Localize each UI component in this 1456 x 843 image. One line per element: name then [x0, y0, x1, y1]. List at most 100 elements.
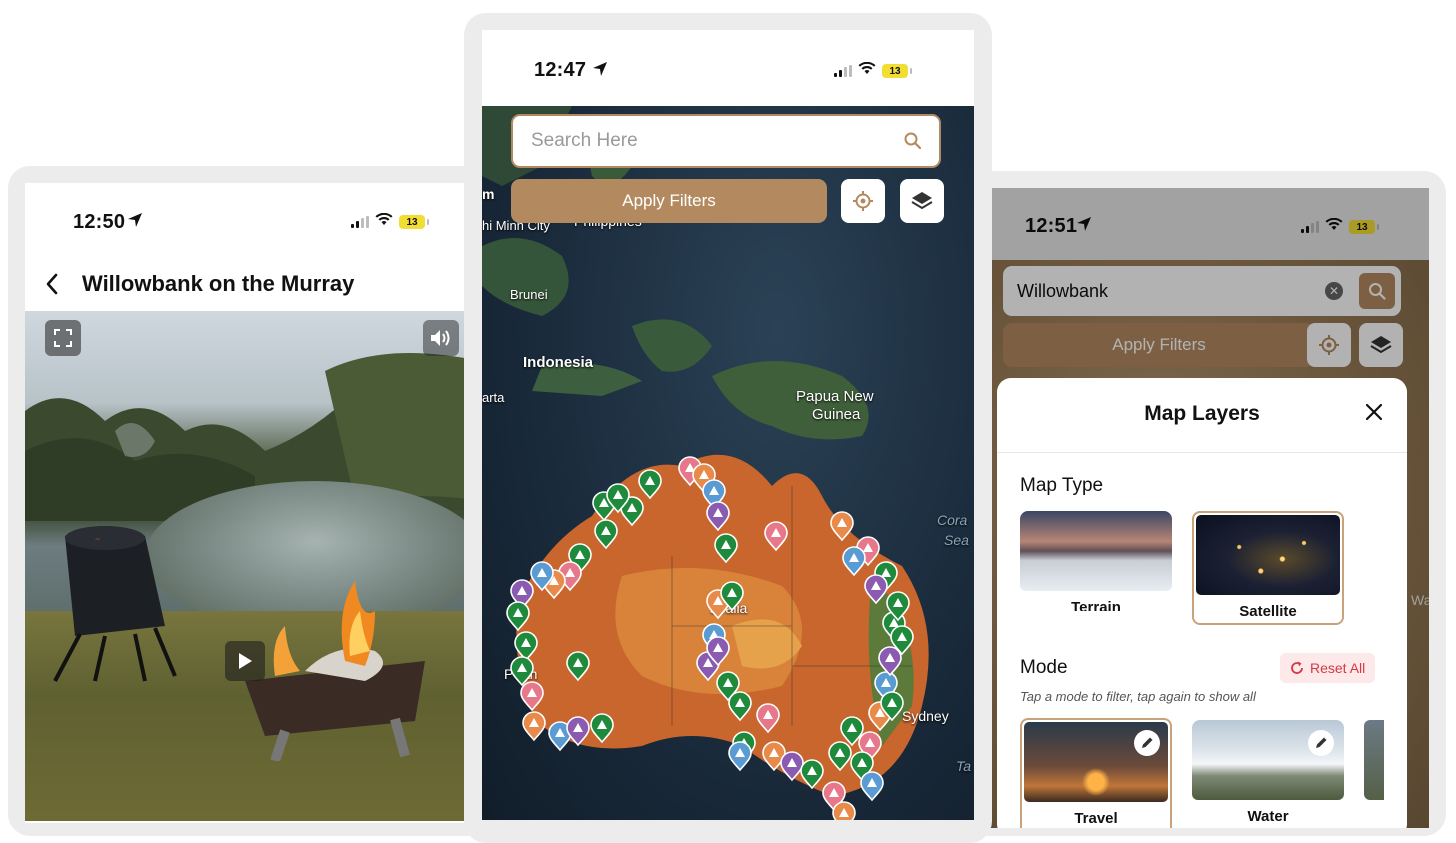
map-type-label: Terrain [1071, 599, 1121, 611]
map-pin-icon[interactable] [756, 703, 780, 734]
map-pin-icon[interactable] [828, 741, 852, 772]
map-pin-icon[interactable] [566, 651, 590, 682]
status-bar: 12:51 13 [975, 188, 1429, 248]
map-pin-icon[interactable] [842, 546, 866, 577]
map-pin-icon[interactable] [860, 771, 884, 802]
sheet-title: Map Layers [1144, 402, 1260, 425]
page-header: Willowbank on the Murray [25, 265, 480, 311]
camp-chair: ~ [53, 526, 177, 682]
map-type-title: Map Type [1020, 475, 1104, 496]
status-bar: 12:50 13 [25, 183, 480, 243]
map-pin-icon[interactable] [514, 631, 538, 662]
status-time: 12:51 [1025, 215, 1078, 237]
map-pin-icon[interactable] [566, 716, 590, 747]
search-bar[interactable]: Willowbank ✕ [1003, 266, 1401, 316]
map-pin-icon[interactable] [638, 469, 662, 500]
map-edge-label: Wa [1411, 592, 1429, 608]
fullscreen-button[interactable] [45, 320, 81, 356]
search-input[interactable] [529, 129, 903, 153]
map-pin-icon[interactable] [832, 801, 856, 820]
map-pin-icon[interactable] [520, 681, 544, 712]
map-type-satellite[interactable]: Satellite [1192, 511, 1344, 625]
layers-icon [911, 192, 933, 210]
map-pin-icon[interactable] [510, 656, 534, 687]
wifi-icon [858, 61, 876, 80]
left-phone-screen: 12:50 13 Willowbank on the Murray ~ [25, 183, 480, 823]
battery-icon: 13 [1349, 220, 1379, 234]
apply-filters-button[interactable]: Apply Filters [1003, 323, 1315, 367]
middle-phone-screen: 12:47 13 m hi Minh City Philippines Brun… [482, 30, 974, 820]
wifi-icon [375, 212, 393, 231]
map-pin-icon[interactable] [728, 691, 752, 722]
mode-hint: Tap a mode to filter, tap again to show … [1020, 689, 1256, 704]
search-input[interactable]: Willowbank [1017, 281, 1325, 302]
signal-icon [1301, 221, 1319, 233]
map-layers-sheet: Map Layers Map Type Terrain Satellite Mo… [997, 378, 1407, 828]
map-pin-icon[interactable] [830, 511, 854, 542]
map-pin-icon[interactable] [864, 574, 888, 605]
speaker-icon [431, 330, 450, 346]
reset-all-button[interactable]: Reset All [1280, 653, 1376, 683]
crosshair-icon [853, 191, 873, 211]
mode-title: Mode [1020, 657, 1068, 678]
svg-text:~: ~ [95, 534, 100, 544]
layers-button[interactable] [900, 179, 944, 223]
signal-icon [351, 216, 369, 228]
mode-label: Water [1247, 808, 1289, 825]
layers-button[interactable] [1359, 323, 1403, 367]
sound-button[interactable] [423, 320, 459, 356]
locate-button[interactable] [841, 179, 885, 223]
map-pin-icon[interactable] [706, 501, 730, 532]
map-pin-icon[interactable] [594, 519, 618, 550]
page-title: Willowbank on the Murray [82, 271, 355, 296]
status-time: 12:50 [73, 211, 126, 233]
search-icon[interactable] [903, 131, 923, 151]
edit-pencil-icon[interactable] [1308, 730, 1334, 756]
layers-icon [1370, 336, 1392, 354]
search-bar[interactable] [511, 114, 941, 168]
sheet-divider [997, 452, 1407, 453]
play-icon [239, 653, 252, 669]
mode-partial-tile[interactable] [1364, 720, 1384, 800]
status-bar: 12:47 13 [482, 30, 974, 90]
battery-icon: 13 [399, 215, 429, 229]
map-pin-icon[interactable] [780, 751, 804, 782]
map-pin-icon[interactable] [800, 759, 824, 790]
search-icon [1369, 283, 1386, 300]
close-icon[interactable] [1365, 403, 1383, 426]
terrain-thumbnail [1020, 511, 1172, 591]
map-pin-icon[interactable] [590, 713, 614, 744]
mode-label: Travel [1074, 810, 1118, 827]
map-pin-icon[interactable] [878, 646, 902, 677]
locate-button[interactable] [1307, 323, 1351, 367]
map-pin-icon[interactable] [764, 521, 788, 552]
signal-icon [834, 65, 852, 77]
search-button[interactable] [1359, 273, 1395, 309]
crosshair-icon [1319, 335, 1339, 355]
map-pin-icon[interactable] [728, 741, 752, 772]
right-phone-screen: 12:51 13 Willowbank ✕ Apply Filters Wa M… [975, 188, 1429, 828]
video-player[interactable]: ~ [25, 311, 480, 821]
location-arrow-icon [592, 61, 608, 82]
status-time: 12:47 [534, 59, 587, 81]
map-pin-icon[interactable] [714, 533, 738, 564]
reset-all-label: Reset All [1310, 660, 1366, 676]
play-button[interactable] [225, 641, 265, 681]
battery-icon: 13 [882, 64, 912, 78]
back-chevron-icon[interactable] [45, 273, 59, 300]
map-type-terrain[interactable]: Terrain [1020, 511, 1172, 611]
location-arrow-icon [1076, 216, 1092, 237]
apply-filters-button[interactable]: Apply Filters [511, 179, 827, 223]
map-type-label: Satellite [1239, 603, 1297, 620]
wifi-icon [1325, 217, 1343, 236]
satellite-thumbnail [1196, 515, 1340, 595]
mode-water[interactable]: Water [1192, 720, 1344, 828]
map-pin-icon[interactable] [506, 601, 530, 632]
refresh-icon [1291, 661, 1303, 674]
fullscreen-icon [54, 329, 72, 347]
edit-pencil-icon[interactable] [1134, 730, 1160, 756]
location-arrow-icon [127, 212, 143, 233]
clear-icon[interactable]: ✕ [1325, 282, 1343, 300]
map-pin-icon[interactable] [522, 711, 546, 742]
mode-travel[interactable]: Travel [1020, 718, 1172, 828]
